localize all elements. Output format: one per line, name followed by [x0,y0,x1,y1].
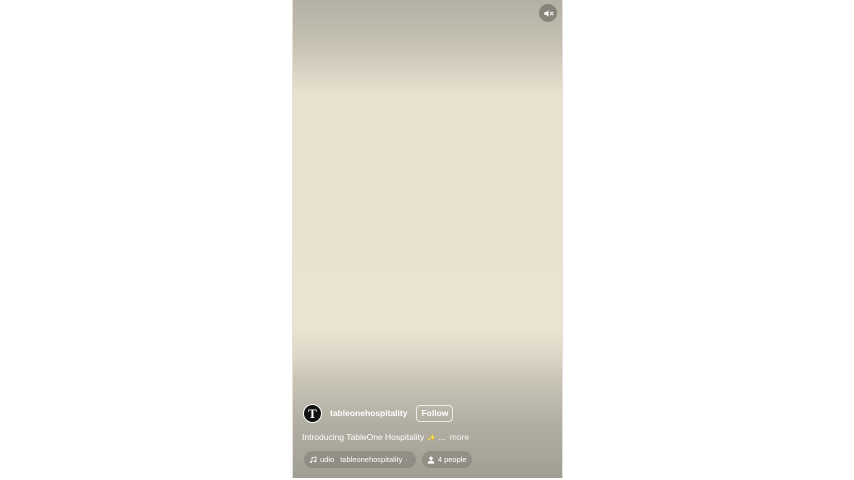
audio-artist: tableonehospitality [340,455,403,464]
follow-button[interactable]: Follow [416,404,454,422]
tagged-people-label: 4 people [437,455,467,464]
username-link[interactable]: tableonehospitality [330,408,407,418]
caption-text: Introducing TableOne Hospitality [302,432,425,442]
tagged-people-chip[interactable]: 4 people [421,451,472,468]
author-row: T tableonehospitality Follow [303,403,454,423]
reel-chips: udio tableonehospitality · 4 people [304,451,472,468]
mute-button[interactable] [539,4,557,22]
reel-video[interactable]: T tableonehospitality Follow Introducing… [292,0,563,478]
more-link[interactable]: more [450,432,469,442]
avatar-letter: T [308,405,317,421]
audio-chip[interactable]: udio tableonehospitality · [304,451,416,468]
sparkle-emoji: ✨ [427,435,436,442]
speaker-muted-icon [543,9,554,17]
audio-separator: · [405,455,408,464]
avatar[interactable]: T [303,403,322,423]
audio-prefix: udio [320,455,335,464]
caption-ellipsis: ... [438,432,446,442]
person-icon [427,456,435,464]
music-note-icon [309,456,317,464]
page: T tableonehospitality Follow Introducing… [0,0,854,480]
caption: Introducing TableOne Hospitality ✨ ... mo… [302,432,469,442]
